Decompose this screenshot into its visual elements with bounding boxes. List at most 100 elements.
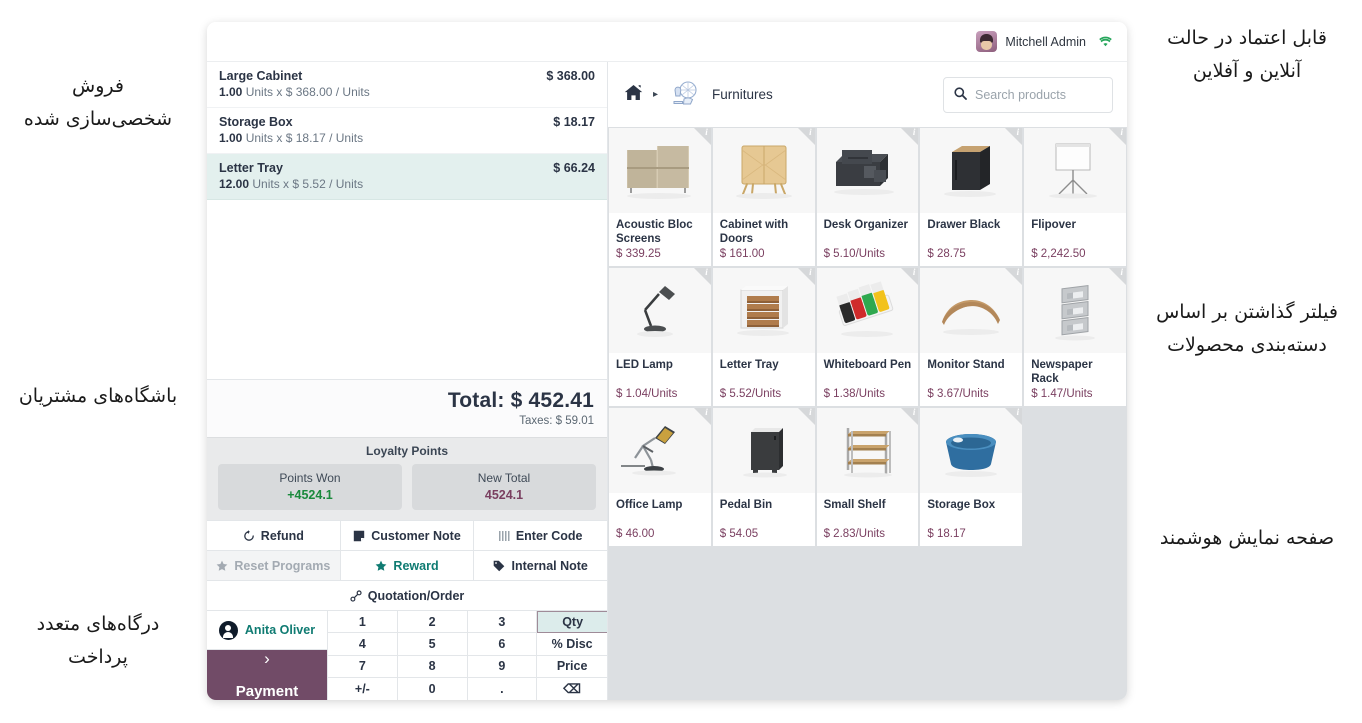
- user-menu[interactable]: Mitchell Admin: [976, 31, 1113, 52]
- action-refund[interactable]: Refund: [207, 521, 341, 550]
- numpad-key-label: 9: [498, 659, 506, 674]
- new-total-label: New Total: [477, 471, 531, 485]
- info-icon-glyph: i: [912, 408, 916, 417]
- numpad-key-9[interactable]: 9: [467, 655, 538, 678]
- info-icon[interactable]: [1005, 408, 1023, 425]
- numpad-key-[interactable]: +/-: [328, 677, 398, 700]
- product-card[interactable]: i LED Lamp $ 1.04/Units: [609, 268, 711, 406]
- product-card[interactable]: i Whiteboard Pen $ 1.38/Units: [816, 268, 919, 406]
- info-icon[interactable]: [797, 128, 815, 145]
- customer-button[interactable]: Anita Oliver: [207, 611, 327, 650]
- numpad-key-qty[interactable]: Qty: [537, 611, 607, 634]
- product-card[interactable]: i Desk Organizer $ 5.10/Units: [816, 128, 919, 266]
- order-line-detail: Units x $ 18.17 / Units: [245, 131, 364, 145]
- annotation-loyalty-programs: باشگاه‌های مشتریان: [18, 385, 178, 407]
- numpad-key-label: 2: [428, 614, 436, 629]
- product-card[interactable]: i Office Lamp $ 46.00: [609, 408, 711, 546]
- product-thumbnail: i: [712, 408, 815, 493]
- action-reward[interactable]: Reward: [340, 551, 475, 580]
- numpad-key-label: 3: [498, 614, 506, 629]
- new-total-value: 4524.1: [484, 488, 524, 502]
- action-enter-code[interactable]: Enter Code: [474, 521, 608, 550]
- home-icon[interactable]: [624, 84, 643, 105]
- info-icon-glyph: i: [1120, 268, 1123, 277]
- numpad-key-4[interactable]: 4: [328, 633, 398, 656]
- product-card[interactable]: i Storage Box $ 18.17: [920, 408, 1023, 546]
- product-grid-container: i Acoustic Bloc Screens $ 339.25 i Cabinet w…: [608, 127, 1127, 700]
- breadcrumb-category-furnitures[interactable]: Furnitures: [668, 80, 773, 110]
- numpad-key-[interactable]: ⌫: [537, 677, 607, 700]
- info-icon[interactable]: [797, 408, 815, 425]
- action-label: Customer Note: [371, 528, 461, 543]
- product-name: Flipover: [1031, 219, 1076, 231]
- numpad-key-1[interactable]: 1: [328, 611, 398, 634]
- action-customer-note[interactable]: Customer Note: [340, 521, 475, 550]
- info-icon-glyph: i: [809, 268, 812, 277]
- payment-label: Payment: [235, 683, 299, 700]
- action-internal-note[interactable]: Internal Note: [474, 551, 608, 580]
- product-price: $ 3.67/Units: [927, 388, 989, 400]
- info-icon-glyph: i: [1016, 128, 1020, 137]
- annotation-smart-display: صفحه نمایش هوشمند: [1159, 527, 1335, 549]
- info-icon[interactable]: [693, 408, 711, 425]
- numpad-key-0[interactable]: 0: [397, 677, 468, 700]
- annotation-online-offline: قابل اعتماد در حالت آنلاین و آفلاین: [1167, 27, 1327, 83]
- order-line[interactable]: Letter Tray $ 66.24 12.00 Units x $ 5.52 /…: [207, 154, 607, 200]
- info-icon[interactable]: [1005, 268, 1023, 285]
- product-card[interactable]: i Acoustic Bloc Screens $ 339.25: [609, 128, 711, 266]
- product-name: Whiteboard Pen: [823, 359, 912, 371]
- product-card[interactable]: i Pedal Bin $ 54.05: [712, 408, 815, 546]
- numpad-key-7[interactable]: 7: [328, 655, 398, 678]
- info-icon[interactable]: [1005, 128, 1023, 145]
- info-icon-glyph: i: [705, 408, 708, 417]
- new-total-card: New Total 4524.1: [412, 464, 596, 510]
- info-icon[interactable]: [693, 268, 711, 285]
- product-card[interactable]: i Flipover $ 2,242.50: [1024, 128, 1126, 266]
- product-thumbnail: i: [816, 128, 919, 213]
- info-icon[interactable]: [797, 268, 815, 285]
- numpad-key-label: 4: [358, 636, 366, 651]
- order-line[interactable]: Storage Box $ 18.17 1.00 Units x $ 18.17 /…: [207, 108, 607, 154]
- user-name: Mitchell Admin: [1005, 34, 1086, 49]
- loyalty-section: Loyalty Points Points Won +4524.1 New To…: [207, 437, 607, 520]
- product-card[interactable]: i Drawer Black $ 28.75: [920, 128, 1023, 266]
- product-card[interactable]: i Letter Tray $ 5.52/Units: [712, 268, 815, 406]
- order-line[interactable]: Large Cabinet $ 368.00 1.00 Units x $ 368.…: [207, 62, 607, 108]
- product-thumbnail: i: [712, 268, 815, 353]
- info-icon[interactable]: [901, 128, 919, 145]
- product-card[interactable]: i Monitor Stand $ 3.67/Units: [920, 268, 1023, 406]
- product-card[interactable]: i Small Shelf $ 2.83/Units: [816, 408, 919, 546]
- numpad-key-8[interactable]: 8: [397, 655, 468, 678]
- order-line-detail: Units x $ 5.52 / Units: [252, 177, 364, 191]
- numpad-key-2[interactable]: 2: [397, 611, 468, 634]
- product-name: Desk Organizer: [823, 219, 908, 231]
- numpad-key-3[interactable]: 3: [467, 611, 538, 634]
- product-price: $ 1.47/Units: [1031, 388, 1093, 400]
- info-icon[interactable]: [901, 268, 919, 285]
- numpad-key-6[interactable]: 6: [467, 633, 538, 656]
- info-icon[interactable]: [901, 408, 919, 425]
- product-name: Letter Tray: [719, 359, 779, 371]
- numpad-key-[interactable]: .: [467, 677, 538, 700]
- action-quotation-order[interactable]: Quotation/Order: [207, 581, 607, 610]
- action-reset-programs[interactable]: Reset Programs: [207, 551, 341, 580]
- product-card[interactable]: i Newspaper Rack $ 1.47/Units: [1024, 268, 1126, 406]
- info-icon-glyph: i: [705, 128, 708, 137]
- info-icon[interactable]: [693, 128, 711, 145]
- product-name: Drawer Black: [927, 219, 1001, 231]
- order-line-price: $ 66.24: [553, 161, 595, 175]
- search-box[interactable]: [943, 76, 1113, 113]
- info-icon[interactable]: [1109, 128, 1126, 145]
- order-line-price: $ 368.00: [546, 69, 595, 83]
- payment-button[interactable]: › Payment: [207, 650, 327, 700]
- action-label: Enter Code: [515, 528, 583, 543]
- search-input[interactable]: [975, 87, 1102, 102]
- product-card[interactable]: i Cabinet with Doors $ 161.00: [712, 128, 815, 266]
- breadcrumb-separator: ▸: [653, 89, 659, 100]
- numpad-key-5[interactable]: 5: [397, 633, 468, 656]
- numpad-key-disc[interactable]: % Disc: [537, 633, 607, 656]
- info-icon[interactable]: [1109, 268, 1126, 285]
- product-price: $ 5.10/Units: [823, 248, 885, 260]
- action-label: Internal Note: [511, 558, 588, 573]
- numpad-key-price[interactable]: Price: [537, 655, 607, 678]
